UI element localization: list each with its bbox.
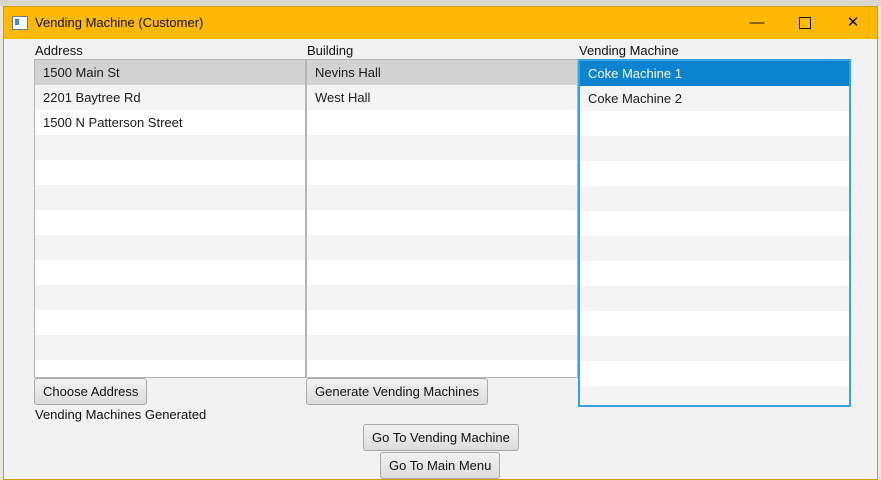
maximize-icon [799,17,811,30]
window-title: Vending Machine (Customer) [35,15,204,30]
minimize-button[interactable]: — [734,7,780,39]
app-window: Vending Machine (Customer) — ✕ Address B… [3,6,878,480]
vending-machine-label: Vending Machine [579,43,679,58]
building-item-west-hall[interactable]: West Hall [307,85,577,110]
title-bar[interactable]: Vending Machine (Customer) — ✕ [4,7,877,39]
address-label: Address [35,43,83,58]
status-text: Vending Machines Generated [35,407,207,422]
generate-vending-machines-button[interactable]: Generate Vending Machines [306,378,489,405]
choose-address-button[interactable]: Choose Address [34,378,148,405]
go-to-main-menu-button[interactable]: Go To Main Menu [380,452,501,479]
address-item-1500-main-st[interactable]: 1500 Main St [35,60,305,85]
go-to-vending-machine-button[interactable]: Go To Vending Machine [363,424,519,451]
building-label: Building [307,43,354,58]
building-list[interactable]: Nevins Hall West Hall [306,59,578,378]
building-item-nevins-hall[interactable]: Nevins Hall [307,60,577,85]
vending-item-coke-machine-1[interactable]: Coke Machine 1 [580,61,849,86]
maximize-button[interactable] [782,7,828,39]
address-list[interactable]: 1500 Main St 2201 Baytree Rd 1500 N Patt… [34,59,306,378]
app-icon [12,16,28,30]
vending-machine-list[interactable]: Coke Machine 1 Coke Machine 2 [578,59,851,407]
address-item-1500-n-patterson[interactable]: 1500 N Patterson Street [35,110,305,135]
close-button[interactable]: ✕ [830,7,876,39]
vending-item-coke-machine-2[interactable]: Coke Machine 2 [580,86,849,111]
address-item-2201-baytree-rd[interactable]: 2201 Baytree Rd [35,85,305,110]
